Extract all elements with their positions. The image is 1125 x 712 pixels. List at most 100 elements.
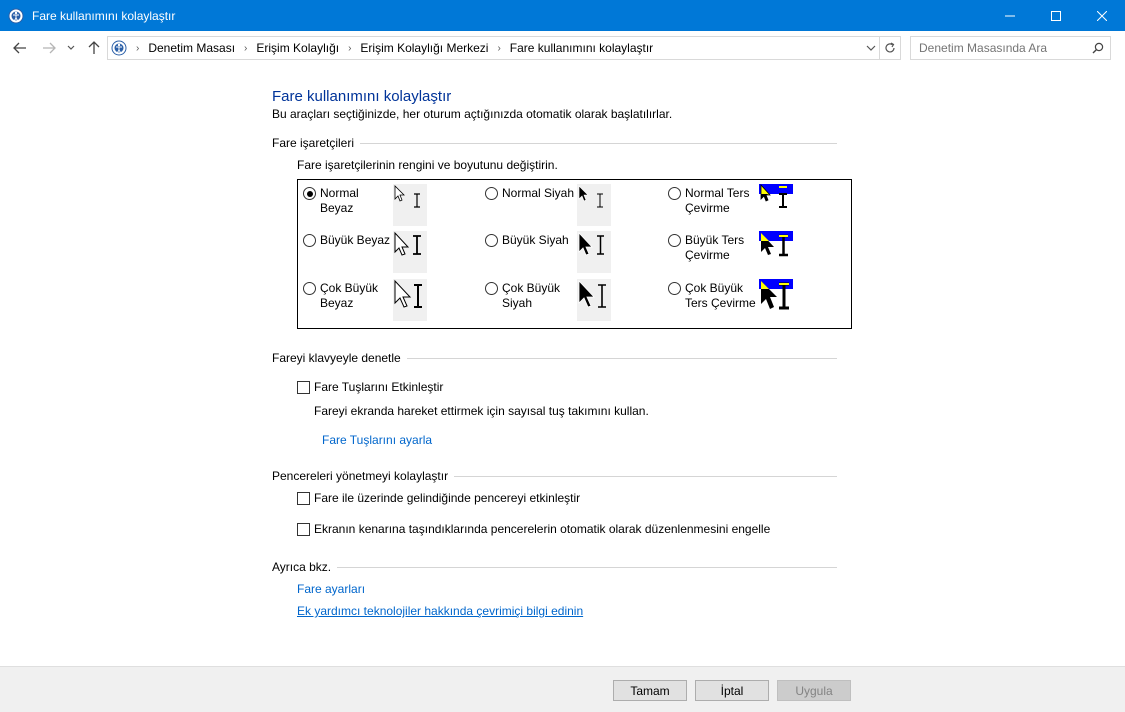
option-label: Normal Siyah: [502, 186, 574, 201]
pointer-preview-large-inverted: [759, 231, 793, 273]
pointer-option-normal-inverted[interactable]: Normal Ters Çevirme: [668, 186, 749, 216]
chevron-right-icon[interactable]: ›: [497, 43, 500, 54]
forward-arrow-icon: [43, 42, 56, 54]
cursor-preview-icon: [578, 185, 603, 208]
option-label: Normal Beyaz: [320, 186, 359, 216]
radio-button[interactable]: [485, 187, 498, 200]
ok-button[interactable]: Tamam: [613, 680, 687, 701]
section-divider: [360, 142, 837, 144]
cursor-preview-icon: [394, 279, 422, 308]
page-title: Fare kullanımını kolaylaştır: [272, 88, 452, 105]
cursor-preview-icon: [759, 279, 793, 321]
pointer-option-large-black[interactable]: Büyük Siyah: [485, 233, 569, 248]
search-box[interactable]: [910, 36, 1111, 60]
close-button[interactable]: [1079, 0, 1125, 31]
maximize-icon: [1051, 10, 1061, 21]
mouse-keys-checkbox[interactable]: Fare Tuşlarını Etkinleştir: [297, 380, 443, 394]
radio-button[interactable]: [668, 234, 681, 247]
recent-locations-button[interactable]: [65, 39, 77, 57]
radio-button[interactable]: [303, 187, 316, 200]
prevent-snap-checkbox[interactable]: Ekranın kenarına taşındıklarında pencere…: [297, 522, 770, 536]
radio-button[interactable]: [303, 234, 316, 247]
section-divider: [406, 357, 837, 359]
pointer-scheme-group: Normal Beyaz Normal Siyah Normal Ters Çevi…: [297, 179, 852, 329]
option-label-line2: Siyah: [502, 296, 533, 310]
apply-button[interactable]: Uygula: [777, 680, 851, 701]
radio-button[interactable]: [485, 282, 498, 295]
hover-activate-checkbox[interactable]: Fare ile üzerinde gelindiğinde pencereyi…: [297, 491, 580, 505]
control-panel-icon: [111, 40, 127, 56]
chevron-right-icon[interactable]: ›: [244, 43, 247, 54]
section-heading: Ayrıca bkz.: [272, 560, 332, 574]
section-see-also: Ayrıca bkz.: [272, 560, 837, 574]
cancel-button[interactable]: İptal: [695, 680, 769, 701]
pointer-preview-large-white: [393, 231, 427, 273]
search-input[interactable]: [911, 41, 1086, 55]
page-subtitle: Bu araçları seçtiğinizde, her oturum açt…: [272, 107, 673, 121]
checkbox[interactable]: [297, 380, 310, 394]
option-label-line1: Büyük Siyah: [502, 233, 569, 247]
maximize-button[interactable]: [1033, 0, 1079, 31]
pointer-option-extra-large-black[interactable]: Çok Büyük Siyah: [485, 281, 560, 311]
breadcrumb-item-current[interactable]: Fare kullanımını kolaylaştır: [510, 41, 653, 55]
assistive-tech-online-link[interactable]: Ek yardımcı teknolojiler hakkında çevrim…: [297, 604, 583, 618]
control-panel-icon: [8, 8, 24, 23]
cursor-preview-icon: [578, 279, 606, 308]
address-bar[interactable]: › Denetim Masası › Erişim Kolaylığı › Er…: [107, 36, 880, 60]
pointer-option-normal-white[interactable]: Normal Beyaz: [303, 186, 359, 216]
pointer-option-extra-large-inverted[interactable]: Çok Büyük Ters Çevirme: [668, 281, 756, 311]
mouse-settings-link[interactable]: Fare ayarları: [297, 582, 365, 596]
cursor-preview-icon: [394, 231, 421, 256]
forward-button[interactable]: [40, 39, 58, 57]
option-label: Büyük Ters Çevirme: [685, 233, 744, 263]
checkbox[interactable]: [297, 522, 310, 536]
breadcrumb-item-ease-of-access[interactable]: Erişim Kolaylığı: [256, 41, 339, 55]
chevron-right-icon[interactable]: ›: [348, 43, 351, 54]
radio-button[interactable]: [668, 282, 681, 295]
option-label-line1: Normal: [320, 186, 359, 200]
refresh-button[interactable]: [880, 36, 901, 60]
radio-button[interactable]: [303, 282, 316, 295]
mouse-keys-setup-link[interactable]: Fare Tuşlarını ayarla: [322, 433, 432, 447]
back-button[interactable]: [11, 39, 29, 57]
option-label: Çok Büyük Siyah: [502, 281, 560, 311]
breadcrumb-item-ease-of-access-center[interactable]: Erişim Kolaylığı Merkezi: [360, 41, 488, 55]
pointer-option-large-white[interactable]: Büyük Beyaz: [303, 233, 390, 248]
checkbox-label: Fare ile üzerinde gelindiğinde pencereyi…: [314, 491, 581, 505]
section-heading: Pencereleri yönetmeyi kolaylaştır: [272, 469, 449, 483]
option-label-line1: Büyük Ters: [685, 233, 745, 247]
checkbox[interactable]: [297, 491, 310, 505]
navigation-bar: › Denetim Masası › Erişim Kolaylığı › Er…: [0, 31, 1125, 65]
section-mouse-pointers: Fare işaretçileri: [272, 136, 837, 150]
window-title: Fare kullanımını kolaylaştır: [32, 8, 176, 23]
pointer-option-extra-large-white[interactable]: Çok Büyük Beyaz: [303, 281, 378, 311]
option-label: Büyük Beyaz: [320, 233, 390, 248]
cursor-preview-icon: [759, 183, 793, 226]
cursor-preview-icon: [759, 231, 793, 273]
radio-button[interactable]: [485, 234, 498, 247]
back-arrow-icon: [13, 42, 26, 54]
section-heading: Fare işaretçileri: [272, 136, 355, 150]
option-label-line1: Normal Ters: [685, 186, 750, 200]
pointer-preview-normal-inverted: [759, 183, 793, 226]
breadcrumb-item-control-panel[interactable]: Denetim Masası: [148, 41, 235, 55]
checkbox-label: Fare Tuşlarını Etkinleştir: [314, 380, 444, 394]
address-dropdown-icon[interactable]: [866, 42, 876, 54]
search-icon[interactable]: [1092, 42, 1104, 54]
up-arrow-icon: [88, 41, 100, 54]
option-label: Çok Büyük Ters Çevirme: [685, 281, 756, 311]
radio-button[interactable]: [668, 187, 681, 200]
chevron-right-icon[interactable]: ›: [136, 43, 139, 54]
section-divider: [454, 475, 837, 477]
mouse-keys-description: Fareyi ekranda hareket ettirmek için say…: [314, 404, 649, 418]
option-label-line2: Beyaz: [320, 296, 354, 310]
option-label-line1: Normal Siyah: [502, 186, 575, 200]
cursor-preview-icon: [394, 185, 420, 208]
minimize-button[interactable]: [987, 0, 1033, 31]
option-label: Normal Ters Çevirme: [685, 186, 749, 216]
pointer-option-normal-black[interactable]: Normal Siyah: [485, 186, 574, 201]
option-label-line2: Ters Çevirme: [685, 296, 756, 310]
main-content: Fare kullanımını kolaylaştır Bu araçları…: [0, 65, 1125, 666]
up-button[interactable]: [85, 39, 103, 57]
pointer-option-large-inverted[interactable]: Büyük Ters Çevirme: [668, 233, 744, 263]
